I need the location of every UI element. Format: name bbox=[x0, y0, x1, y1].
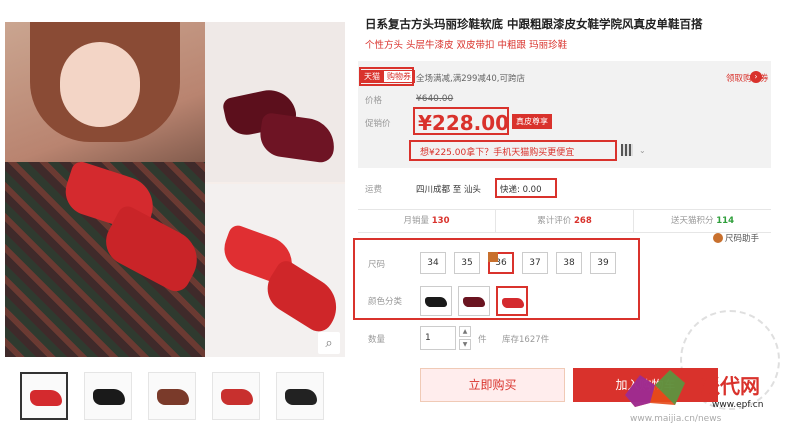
product-subtitle: 个性方头 头层牛漆皮 双皮带扣 中粗跟 玛丽珍鞋 bbox=[365, 40, 568, 51]
watermark-logo-icon bbox=[625, 370, 685, 407]
total-reviews-label: 累计评价 bbox=[537, 216, 572, 226]
tmall-points-label: 送天猫积分 bbox=[671, 216, 714, 226]
qr-code-icon[interactable] bbox=[621, 144, 633, 156]
quantity-decrease-icon[interactable]: ▼ bbox=[459, 339, 471, 350]
color-swatch-red[interactable] bbox=[496, 286, 528, 316]
watermark-bottom-url: www.maijia.cn/news bbox=[630, 414, 722, 424]
monthly-sales: 月销量 130 bbox=[358, 210, 496, 232]
genuine-leather-badge: 真皮尊享 bbox=[512, 114, 552, 129]
monthly-sales-value: 130 bbox=[431, 216, 450, 226]
size-option-35[interactable]: 35 bbox=[454, 252, 480, 274]
quantity-increase-icon[interactable]: ▲ bbox=[459, 326, 471, 337]
original-price: ¥640.00 bbox=[416, 94, 454, 104]
color-options bbox=[420, 286, 528, 316]
promo-price-highlight bbox=[413, 107, 509, 135]
thumbnail-4[interactable] bbox=[212, 372, 260, 420]
burgundy-shoes-photo bbox=[205, 22, 345, 182]
color-label: 颜色分类 bbox=[368, 297, 403, 307]
size-helper-link[interactable]: 尺码助手 bbox=[713, 232, 759, 244]
total-reviews[interactable]: 累计评价 268 bbox=[496, 210, 634, 232]
thumbnail-shoe bbox=[30, 390, 62, 406]
shipping-fee-highlight bbox=[495, 178, 557, 198]
total-reviews-value: 268 bbox=[573, 216, 592, 226]
chevron-down-icon[interactable]: ⌄ bbox=[639, 146, 646, 155]
size-label: 尺码 bbox=[368, 260, 386, 270]
watermark-brand: 派代网 bbox=[700, 374, 760, 398]
sales-stats-bar: 月销量 130 累计评价 268 送天猫积分 114 bbox=[358, 209, 771, 233]
swatch-shoe bbox=[502, 298, 524, 308]
quantity-unit: 件 bbox=[478, 335, 487, 345]
thumbnail-2[interactable] bbox=[84, 372, 132, 420]
thumbnail-5[interactable] bbox=[276, 372, 324, 420]
monthly-sales-label: 月销量 bbox=[403, 216, 430, 226]
watermark-url: www.epf.cn bbox=[712, 400, 764, 410]
price-label: 价格 bbox=[365, 96, 383, 106]
color-swatch-black[interactable] bbox=[420, 286, 452, 316]
size-helper-icon bbox=[713, 233, 723, 243]
mobile-offer-highlight bbox=[409, 140, 617, 161]
selected-corner-icon bbox=[488, 252, 498, 262]
zoom-icon[interactable]: ⌕ bbox=[318, 332, 340, 354]
shipping-route[interactable]: 四川成都 至 汕头 bbox=[416, 183, 481, 195]
product-title: 日系复古方头玛丽珍鞋软底 中跟粗跟漆皮女鞋学院风真皮单鞋百搭 bbox=[365, 17, 703, 31]
size-option-39[interactable]: 39 bbox=[590, 252, 616, 274]
swatch-shoe bbox=[425, 297, 447, 307]
quantity-input[interactable]: 1 bbox=[420, 326, 456, 350]
main-product-image[interactable] bbox=[5, 22, 345, 357]
tmall-points: 送天猫积分 114 bbox=[634, 210, 771, 232]
size-helper-label: 尺码助手 bbox=[725, 234, 760, 244]
burgundy-shoe-2 bbox=[257, 111, 338, 165]
stock-count: 库存1627件 bbox=[502, 335, 550, 345]
thumbnail-shoe bbox=[93, 389, 125, 405]
model-face bbox=[60, 42, 140, 127]
shipping-label: 运费 bbox=[365, 185, 383, 195]
get-coupon-link[interactable]: 领取购物券 bbox=[726, 72, 769, 84]
swatch-shoe bbox=[463, 297, 485, 307]
thumbnail-shoe bbox=[285, 389, 317, 405]
size-options: 34 35 36 37 38 39 bbox=[420, 252, 616, 274]
thumbnail-shoe bbox=[157, 389, 189, 405]
buy-now-button[interactable]: 立即购买 bbox=[420, 368, 565, 402]
tmall-tag-highlight bbox=[359, 67, 414, 86]
thumbnail-shoe bbox=[221, 389, 253, 405]
thumbnail-strip bbox=[20, 372, 330, 422]
arrow-right-icon[interactable]: › bbox=[750, 71, 762, 83]
size-option-36[interactable]: 36 bbox=[488, 252, 514, 274]
promo-text: 全场满减,满299减40,可跨店 bbox=[416, 74, 525, 84]
size-option-38[interactable]: 38 bbox=[556, 252, 582, 274]
size-option-34[interactable]: 34 bbox=[420, 252, 446, 274]
tmall-points-value: 114 bbox=[716, 216, 734, 226]
promo-price-label: 促销价 bbox=[365, 119, 391, 129]
thumbnail-3[interactable] bbox=[148, 372, 196, 420]
quantity-label: 数量 bbox=[368, 335, 386, 345]
size-option-37[interactable]: 37 bbox=[522, 252, 548, 274]
thumbnail-1[interactable] bbox=[20, 372, 68, 420]
color-swatch-burgundy[interactable] bbox=[458, 286, 490, 316]
